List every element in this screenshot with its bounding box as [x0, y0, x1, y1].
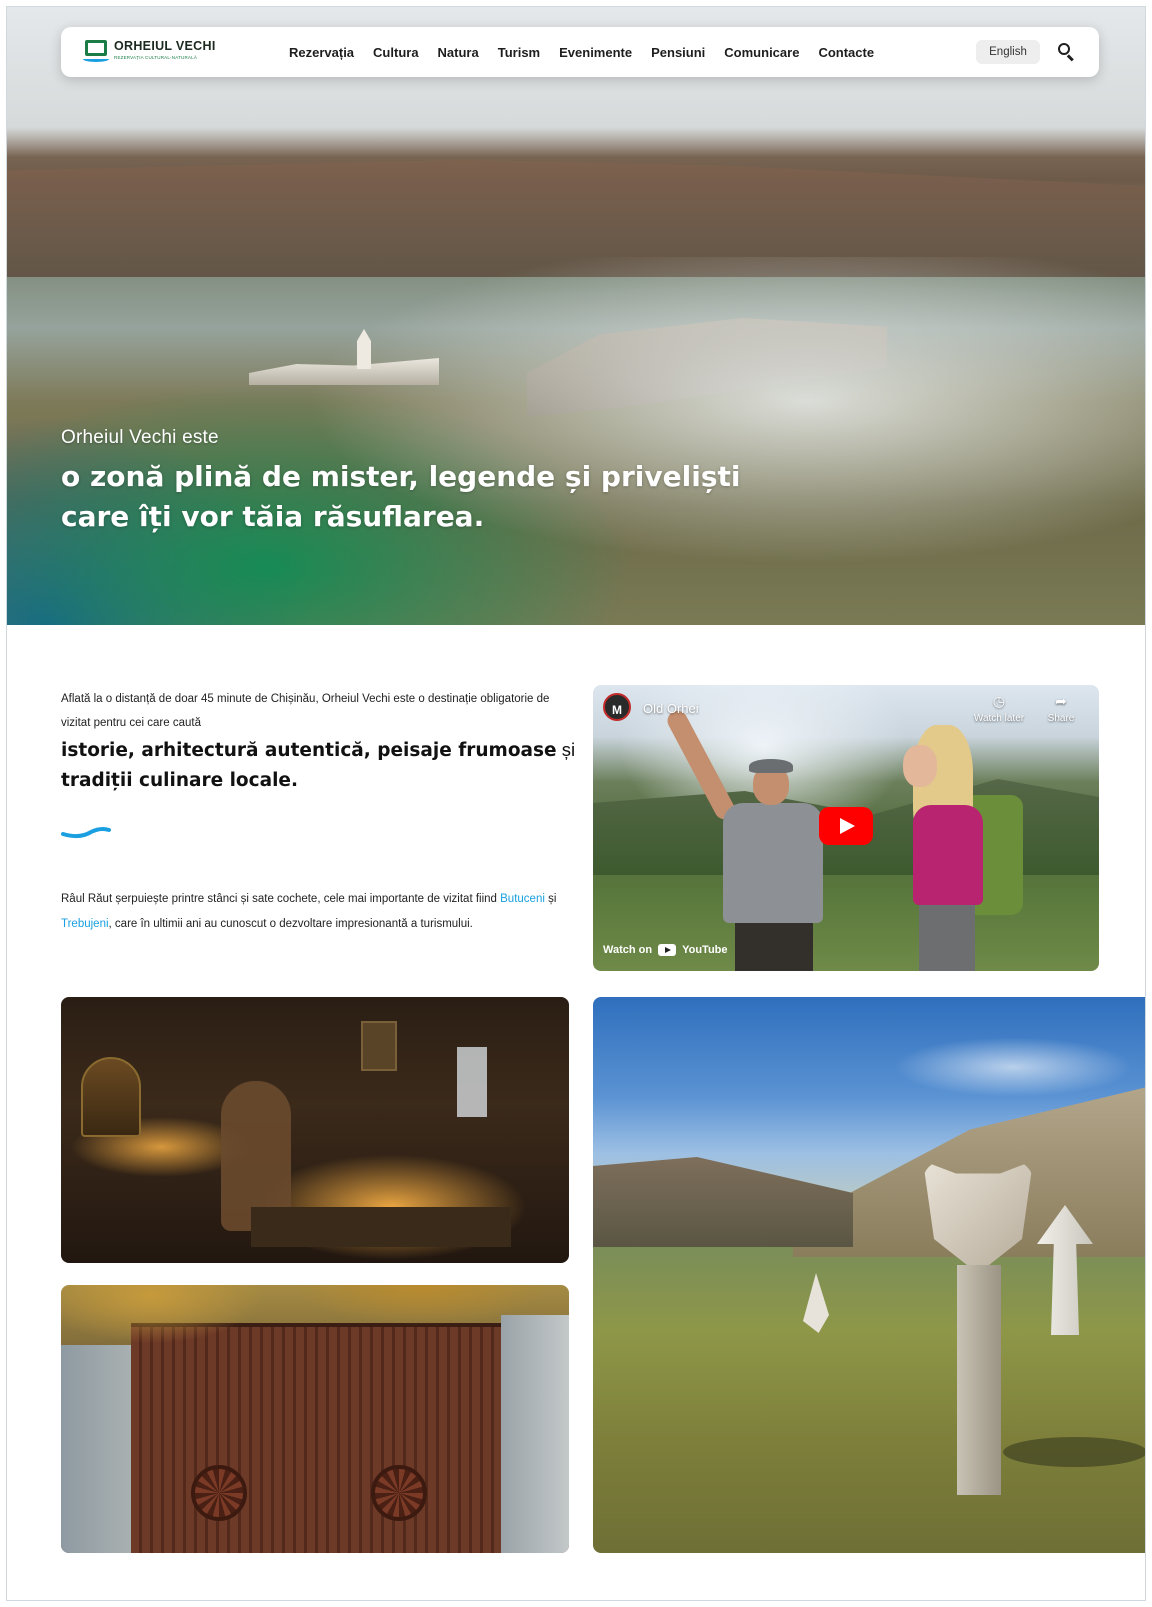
gate-rosette-left — [191, 1465, 247, 1521]
church-icon-painting — [81, 1057, 141, 1137]
hero-subtitle: Orheiul Vechi este — [61, 427, 219, 448]
menu-item-turism[interactable]: Turism — [498, 45, 540, 60]
link-trebujeni[interactable]: Trebujeni — [61, 918, 109, 930]
menu-item-comunicare[interactable]: Comunicare — [724, 45, 799, 60]
site-logo[interactable]: ORHEIUL VECHI REZERVAȚIA CULTURAL-NATURA… — [83, 38, 223, 68]
play-button[interactable] — [819, 807, 873, 845]
river-text-1: Râul Răut șerpuiește printre stânci și s… — [61, 893, 501, 905]
main-menu: Rezervația Cultura Natura Turism Evenime… — [289, 27, 893, 77]
sculpture-shadow — [1003, 1437, 1145, 1467]
menu-item-contacte[interactable]: Contacte — [818, 45, 874, 60]
intro-paragraph: Aflată la o distanță de doar 45 minute d… — [61, 693, 550, 729]
gate-rosette-right — [371, 1465, 427, 1521]
gate-wall-left — [61, 1345, 131, 1553]
small-sculpture — [803, 1273, 829, 1333]
channel-avatar-icon[interactable]: M — [603, 693, 631, 721]
intro-highlight-part-2: tradiții culinare locale. — [61, 770, 299, 791]
logo-name: ORHEIUL VECHI — [114, 39, 216, 53]
menu-item-pensiuni[interactable]: Pensiuni — [651, 45, 705, 60]
menu-item-evenimente[interactable]: Evenimente — [559, 45, 632, 60]
monastery-roof — [249, 358, 439, 385]
logo-icon-wave — [83, 56, 109, 62]
share-arrow-icon: ➦ — [1055, 693, 1067, 709]
woman-legs — [919, 901, 975, 971]
search-icon-handle — [1067, 54, 1074, 62]
menu-item-natura[interactable]: Natura — [438, 45, 479, 60]
youtube-label: YouTube — [682, 944, 728, 956]
language-switch-button[interactable]: English — [976, 40, 1040, 64]
river-text-3: , care în ultimii ani au cunoscut o dezv… — [108, 918, 473, 930]
page-frame: Orheiul Vechi este o zonă plină de miste… — [6, 6, 1146, 1601]
church-icon-small — [361, 1021, 397, 1071]
watch-later-button[interactable]: ◷ Watch later — [967, 693, 1031, 724]
youtube-logo-icon — [658, 944, 677, 956]
logo-icon-box — [85, 40, 107, 56]
share-button[interactable]: ➦ Share — [1029, 693, 1093, 724]
candle-table — [251, 1207, 511, 1247]
intro-highlight-conj: și — [556, 739, 576, 760]
woman-body — [913, 805, 983, 905]
search-icon[interactable] — [1057, 42, 1077, 62]
sky-cloud — [893, 1037, 1133, 1097]
menu-item-rezervatia[interactable]: Rezervația — [289, 45, 354, 60]
man-body — [723, 803, 823, 923]
sculpture-pillar — [957, 1265, 1001, 1495]
river-paragraph: Râul Răut șerpuiește printre stânci și s… — [61, 887, 561, 937]
man-cap — [749, 759, 793, 773]
watch-on-label: Watch on — [603, 944, 653, 956]
photo-wooden-gate[interactable] — [61, 1285, 569, 1553]
youtube-video-embed[interactable]: M Old Orhei ◷ Watch later ➦ Share Watch … — [593, 685, 1099, 971]
hero-banner: Orheiul Vechi este o zonă plină de miste… — [7, 7, 1145, 625]
video-woman — [883, 725, 1023, 971]
intro-highlight-part-1: istorie, arhitectură autentică, peisaje … — [61, 740, 557, 761]
wooden-gate — [131, 1323, 501, 1553]
watch-on-youtube-button[interactable]: Watch on YouTube — [593, 929, 728, 971]
photo-church-candles[interactable] — [61, 997, 569, 1263]
autumn-leaves — [61, 1285, 569, 1355]
top-navigation: ORHEIUL VECHI REZERVAȚIA CULTURAL-NATURA… — [61, 27, 1099, 77]
logo-icon — [83, 40, 109, 62]
clock-icon: ◷ — [992, 693, 1006, 709]
man-legs — [735, 915, 813, 971]
share-label: Share — [1047, 713, 1075, 724]
logo-subtitle: REZERVAȚIA CULTURAL-NATURALĂ — [114, 55, 198, 60]
hero-title: o zonă plină de mister, legende și prive… — [61, 460, 741, 533]
video-title[interactable]: Old Orhei — [643, 701, 699, 716]
woman-face — [903, 745, 937, 787]
watch-later-label: Watch later — [973, 713, 1025, 724]
hill-left — [593, 1157, 853, 1247]
hero-monastery — [249, 329, 439, 389]
church-window — [457, 1047, 487, 1117]
menu-item-cultura[interactable]: Cultura — [373, 45, 419, 60]
intro-highlight: istorie, arhitectură autentică, peisaje … — [61, 735, 581, 796]
photo-stone-sculptures[interactable] — [593, 997, 1145, 1553]
wave-divider-icon — [61, 826, 111, 839]
monastery-tower — [357, 329, 371, 369]
link-butuceni[interactable]: Butuceni — [500, 893, 545, 905]
river-text-2: și — [544, 893, 557, 905]
